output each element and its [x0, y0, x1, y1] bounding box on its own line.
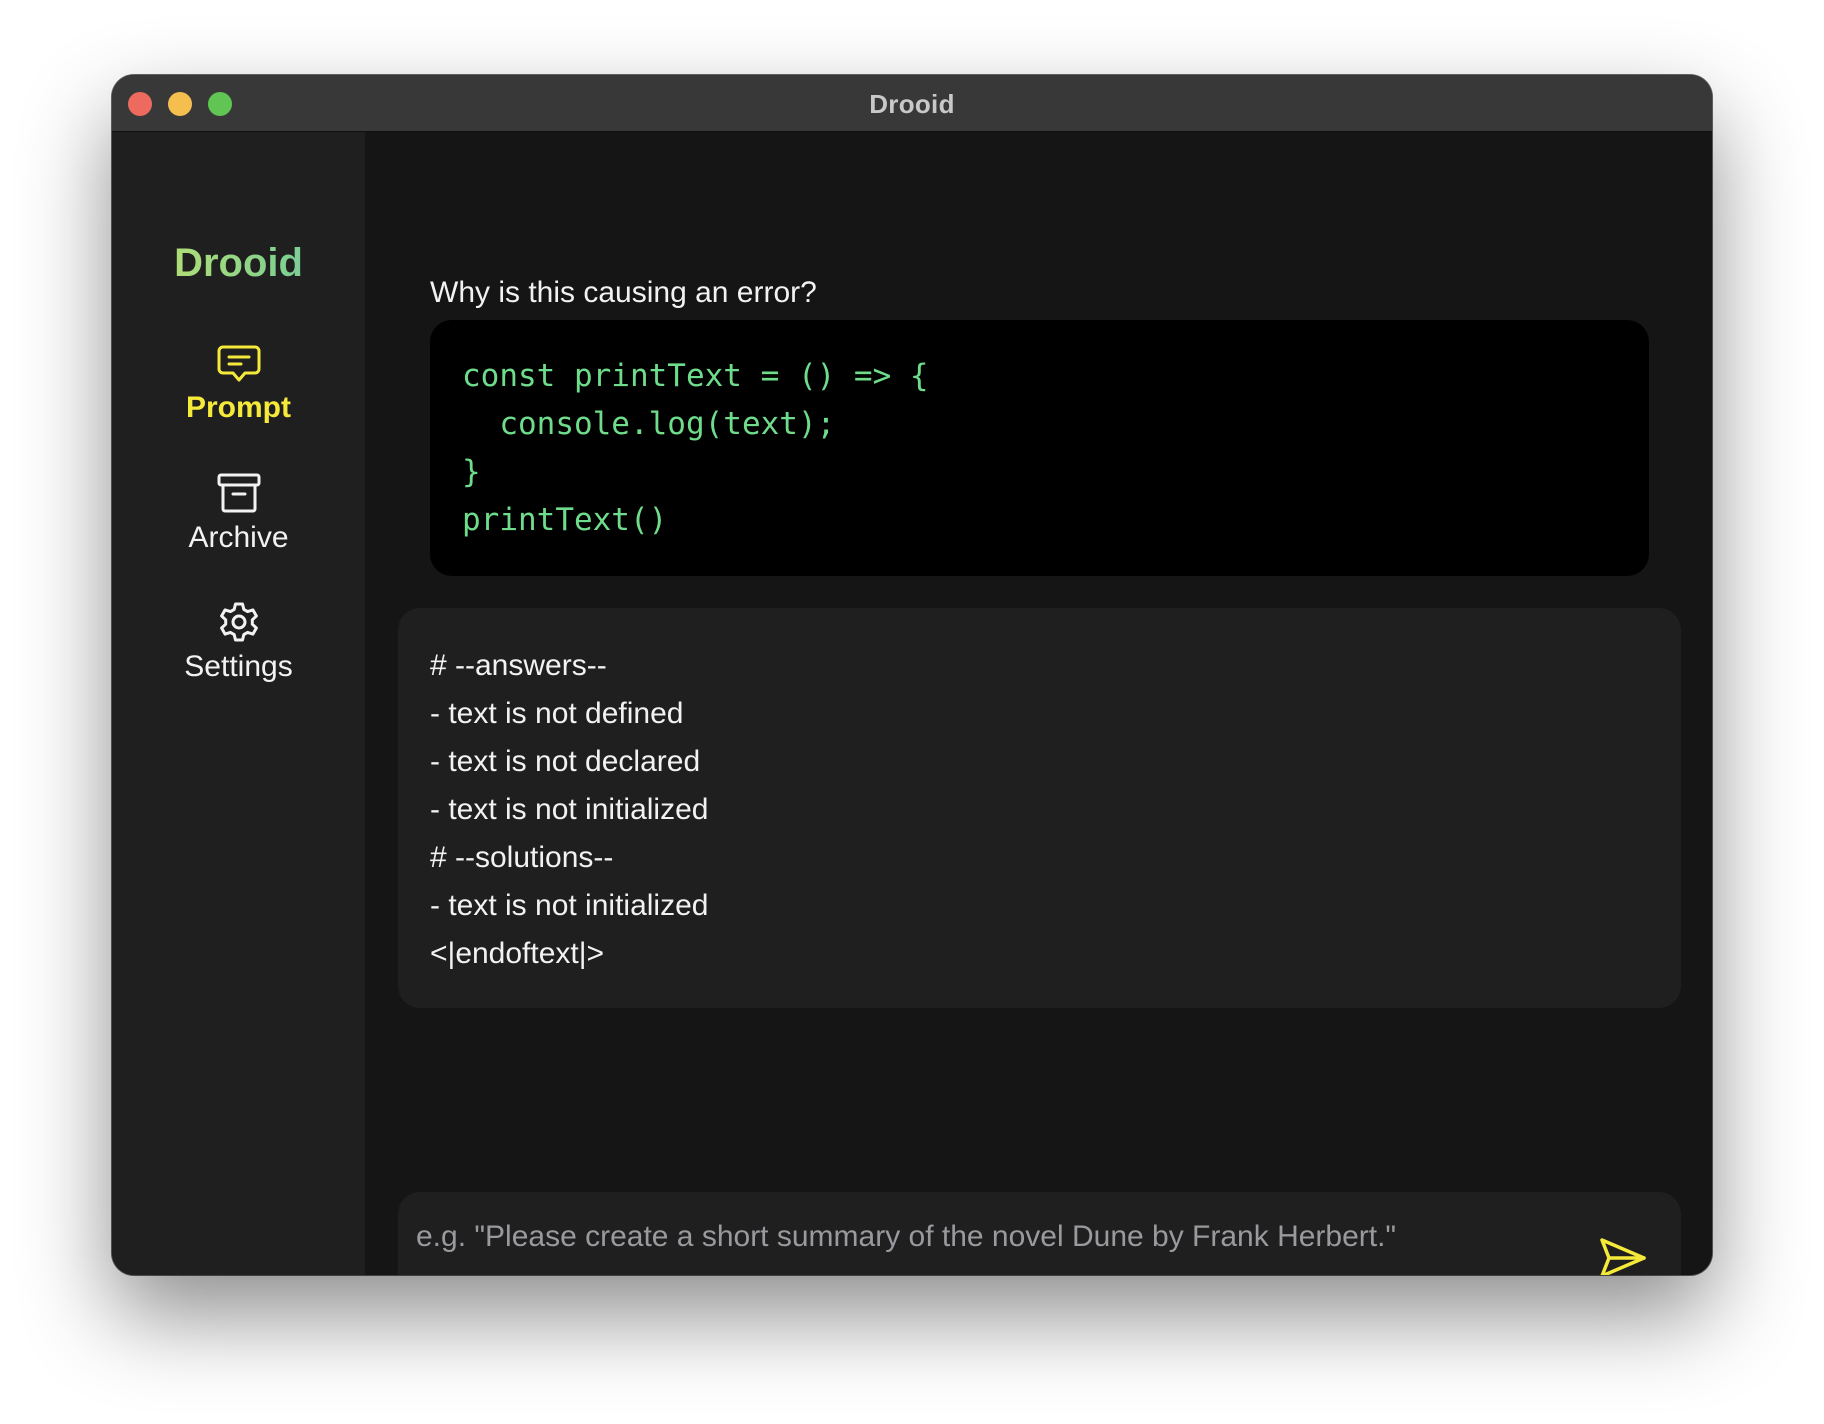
- brand-logo: Drooid: [112, 241, 365, 286]
- code-line: const printText = () => {: [462, 358, 929, 394]
- user-question: Why is this causing an error?: [430, 276, 817, 309]
- send-icon: [1600, 1238, 1646, 1275]
- app-window: Drooid Drooid Prompt Archive Settings Wh…: [112, 75, 1712, 1275]
- sidebar-item-settings[interactable]: Settings: [112, 598, 365, 684]
- sidebar-item-label: Prompt: [186, 391, 291, 424]
- code-block: const printText = () => { console.log(te…: [430, 320, 1649, 576]
- window-title: Drooid: [869, 89, 955, 119]
- archive-box-icon: [215, 469, 263, 517]
- answer-line: <|endoftext|>: [430, 937, 605, 970]
- sidebar: Drooid Prompt Archive Settings: [112, 132, 365, 1275]
- sidebar-item-label: Settings: [184, 650, 293, 683]
- code-line: printText(): [462, 502, 668, 538]
- answer-line: - text is not initialized: [430, 793, 709, 826]
- answer-line: # --solutions--: [430, 841, 614, 874]
- answer-card: # --answers-- - text is not defined - te…: [398, 608, 1681, 1008]
- main-panel: Why is this causing an error? const prin…: [365, 132, 1712, 1275]
- prompt-composer: [398, 1192, 1681, 1275]
- sidebar-item-label: Archive: [188, 521, 289, 554]
- sidebar-item-prompt[interactable]: Prompt: [112, 339, 365, 425]
- answer-line: - text is not defined: [430, 697, 684, 730]
- code-line: console.log(text);: [462, 406, 836, 442]
- sidebar-item-archive[interactable]: Archive: [112, 469, 365, 555]
- title-bar: Drooid: [112, 75, 1712, 132]
- answer-line: - text is not initialized: [430, 889, 709, 922]
- answer-line: # --answers--: [430, 649, 607, 682]
- send-button[interactable]: [1594, 1230, 1650, 1275]
- code-line: }: [462, 454, 481, 490]
- answer-line: - text is not declared: [430, 745, 701, 778]
- chat-bubble-icon: [215, 339, 263, 387]
- prompt-input[interactable]: [414, 1206, 1588, 1268]
- gear-icon: [215, 598, 263, 646]
